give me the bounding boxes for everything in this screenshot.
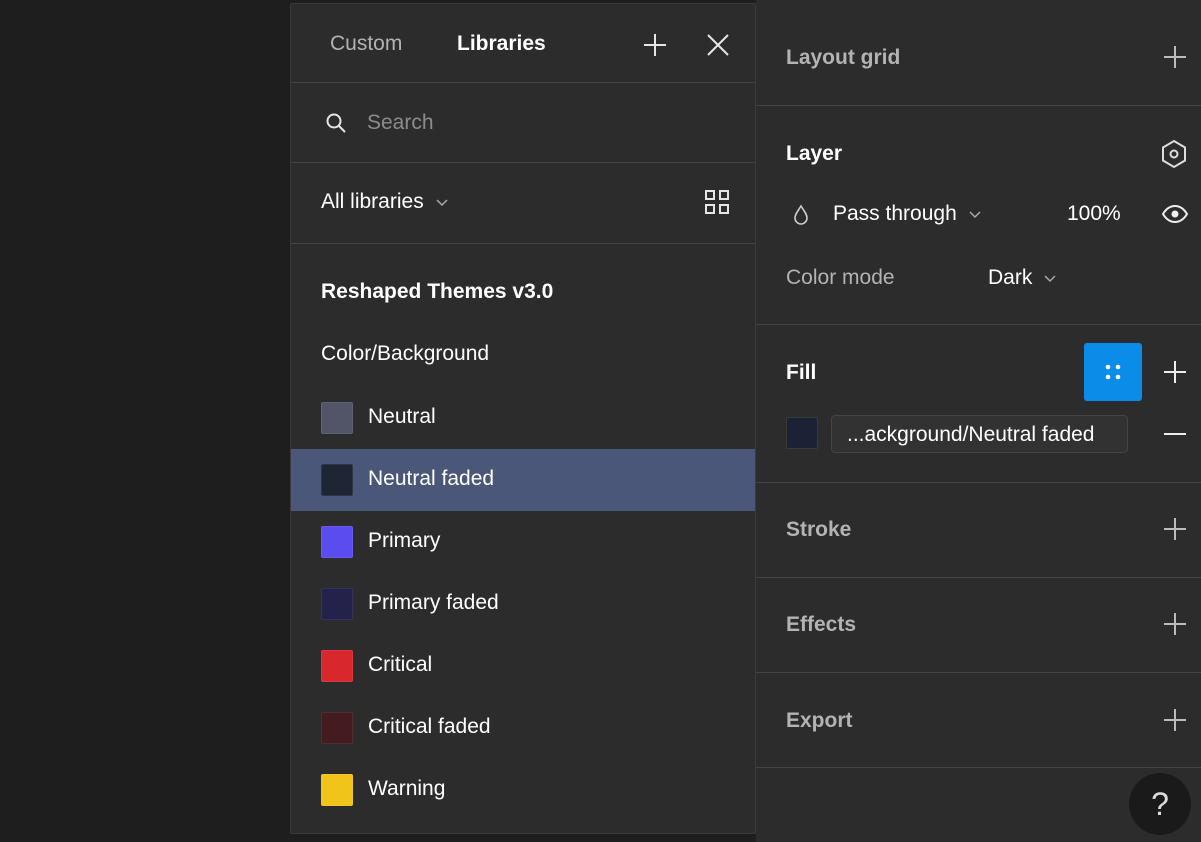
swatch-item-warning[interactable]: Warning bbox=[291, 759, 755, 821]
color-swatch bbox=[321, 526, 353, 558]
swatch-label: Primary faded bbox=[368, 591, 499, 614]
plus-icon bbox=[644, 34, 666, 56]
swatch-item-primary[interactable]: Primary bbox=[291, 511, 755, 573]
color-swatch bbox=[321, 464, 353, 496]
layout-grid-section: Layout grid bbox=[756, 10, 1201, 106]
plus-icon bbox=[1164, 613, 1186, 635]
color-swatch bbox=[321, 774, 353, 806]
swatch-item-critical-faded[interactable]: Critical faded bbox=[291, 697, 755, 759]
plus-icon bbox=[1164, 46, 1186, 68]
color-swatch bbox=[321, 588, 353, 620]
layer-title: Layer bbox=[786, 142, 843, 165]
style-picker-button[interactable] bbox=[1084, 343, 1142, 401]
tab-custom[interactable]: Custom bbox=[330, 32, 402, 56]
color-styles-popover: Custom Libraries All libraries Reshaped … bbox=[290, 3, 756, 834]
color-mode-value: Dark bbox=[988, 266, 1033, 289]
effects-section: Effects bbox=[756, 578, 1201, 673]
color-swatch bbox=[321, 712, 353, 744]
library-filter-row: All libraries bbox=[291, 163, 755, 244]
color-swatch bbox=[321, 402, 353, 434]
swatch-item-neutral-faded[interactable]: Neutral faded bbox=[291, 449, 755, 511]
swatch-item-primary-faded[interactable]: Primary faded bbox=[291, 573, 755, 635]
color-mode-label: Color mode bbox=[786, 266, 895, 289]
fill-color-swatch[interactable] bbox=[786, 417, 818, 449]
popover-header: Custom Libraries bbox=[291, 4, 755, 83]
close-popover-button[interactable] bbox=[701, 28, 735, 62]
blend-mode-select[interactable]: Pass through bbox=[833, 202, 983, 226]
stroke-section: Stroke bbox=[756, 483, 1201, 578]
plus-icon bbox=[1164, 518, 1186, 540]
swatch-list: Neutral Neutral faded Primary Primary fa… bbox=[291, 387, 755, 821]
search-input[interactable] bbox=[367, 105, 727, 141]
remove-fill-button[interactable] bbox=[1160, 419, 1190, 449]
style-group-title[interactable]: Color/Background bbox=[321, 342, 489, 366]
export-section: Export bbox=[756, 673, 1201, 768]
close-icon bbox=[707, 34, 729, 56]
swatch-label: Neutral bbox=[368, 405, 436, 428]
help-button[interactable]: ? bbox=[1129, 773, 1191, 835]
library-name: Reshaped Themes v3.0 bbox=[321, 280, 554, 303]
layer-section: Layer Pass through 100% Color mode Dark bbox=[756, 106, 1201, 325]
swatch-label: Warning bbox=[368, 777, 446, 800]
color-mode-select[interactable]: Dark bbox=[988, 266, 1058, 290]
minus-icon bbox=[1164, 433, 1186, 435]
fill-title: Fill bbox=[786, 361, 817, 384]
add-effect-button[interactable] bbox=[1160, 609, 1190, 639]
properties-panel: Layout grid Layer Pass through 100% Colo… bbox=[756, 0, 1201, 842]
export-title: Export bbox=[786, 709, 853, 732]
component-icon[interactable] bbox=[1158, 138, 1190, 170]
fill-style-name[interactable]: ...ackground/Neutral faded bbox=[831, 415, 1128, 453]
add-export-button[interactable] bbox=[1160, 705, 1190, 735]
library-select[interactable]: All libraries bbox=[321, 190, 450, 214]
swatch-label: Critical bbox=[368, 653, 433, 676]
swatch-item-critical[interactable]: Critical bbox=[291, 635, 755, 697]
effects-title: Effects bbox=[786, 613, 857, 636]
plus-icon bbox=[1164, 709, 1186, 731]
add-stroke-button[interactable] bbox=[1160, 514, 1190, 544]
blend-mode-label: Pass through bbox=[833, 202, 957, 225]
swatch-label: Primary bbox=[368, 529, 441, 552]
plus-icon bbox=[1164, 361, 1186, 383]
chevron-down-icon bbox=[969, 211, 981, 219]
chevron-down-icon bbox=[1044, 275, 1056, 283]
search-icon bbox=[326, 113, 346, 133]
chevron-down-icon bbox=[436, 199, 448, 207]
layout-grid-title: Layout grid bbox=[786, 46, 901, 69]
color-swatch bbox=[321, 650, 353, 682]
swatch-label: Critical faded bbox=[368, 715, 491, 738]
add-fill-button[interactable] bbox=[1160, 357, 1190, 387]
swatch-item-neutral[interactable]: Neutral bbox=[291, 387, 755, 449]
add-layout-grid-button[interactable] bbox=[1160, 42, 1190, 72]
canvas-area[interactable] bbox=[0, 0, 290, 842]
blend-drop-icon bbox=[794, 204, 808, 225]
tab-libraries[interactable]: Libraries bbox=[457, 32, 546, 56]
add-style-button[interactable] bbox=[638, 28, 672, 62]
styles-icon bbox=[1105, 364, 1121, 380]
stroke-title: Stroke bbox=[786, 518, 852, 541]
opacity-input[interactable]: 100% bbox=[1067, 202, 1121, 226]
library-select-label: All libraries bbox=[321, 190, 424, 213]
eye-icon[interactable] bbox=[1160, 202, 1190, 226]
search-bar bbox=[291, 83, 755, 163]
grid-view-icon[interactable] bbox=[704, 189, 730, 215]
swatch-label: Neutral faded bbox=[368, 467, 495, 490]
